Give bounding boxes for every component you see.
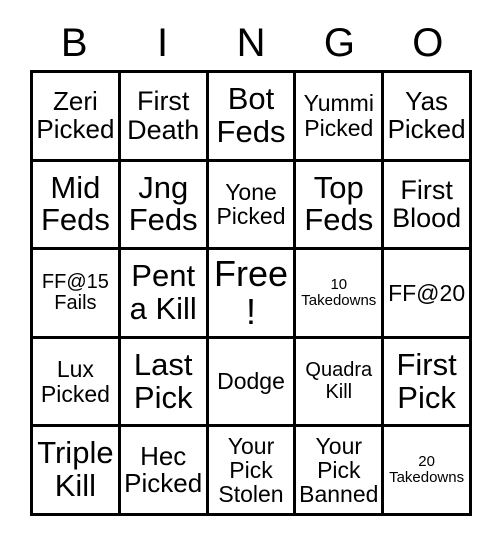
bingo-cell-i3[interactable]: Penta Kill: [120, 250, 209, 339]
bingo-cell-b5[interactable]: Triple Kill: [33, 427, 121, 516]
bingo-cell-label: Bot Feds: [216, 80, 286, 149]
header-letter-o: O: [412, 21, 444, 65]
bingo-cell-label: Lux Picked: [40, 356, 110, 407]
bingo-cell-b3[interactable]: FF@15 Fails: [33, 250, 121, 339]
bingo-cell-label: 10 Takedowns: [301, 276, 377, 309]
bingo-cell-label: First Pick: [396, 346, 457, 415]
bingo-cell-label: First Blood: [392, 174, 462, 234]
bingo-cell-g3[interactable]: 10 Takedowns: [296, 250, 385, 339]
bingo-cell-g5[interactable]: Your Pick Banned: [296, 427, 385, 516]
bingo-cell-label: Last Pick: [133, 346, 193, 415]
bingo-cell-label: Hec Picked: [124, 440, 203, 499]
bingo-grid: Zeri Picked First Death Bot Feds Yummi P…: [30, 70, 472, 516]
bingo-cell-label: Quadra Kill: [305, 359, 373, 403]
bingo-cell-label: FF@20: [388, 279, 466, 306]
bingo-cell-label: Your Pick Stolen: [218, 432, 284, 508]
bingo-header: B I N G O: [30, 16, 472, 70]
bingo-cell-label: Yas Picked: [387, 86, 466, 144]
bingo-cell-free-space[interactable]: Free!: [208, 250, 297, 339]
bingo-cell-i4[interactable]: Last Pick: [120, 338, 209, 428]
bingo-cell-o3[interactable]: FF@20: [384, 250, 472, 339]
bingo-cell-label: Triple Kill: [37, 435, 114, 504]
bingo-cell-i2[interactable]: Jng Feds: [120, 161, 209, 251]
bingo-cell-label: Zeri Picked: [36, 86, 115, 144]
bingo-cell-n2[interactable]: Yone Picked: [208, 161, 297, 251]
bingo-cell-label: 20 Takedowns: [389, 453, 465, 487]
bingo-cell-label: Dodge: [217, 368, 285, 395]
header-letter-g: G: [323, 21, 355, 65]
bingo-card: B I N G O Zeri Picked First Death Bot Fe…: [0, 0, 501, 544]
bingo-cell-label: FF@15 Fails: [41, 270, 109, 314]
bingo-cell-label: First Death: [127, 86, 200, 145]
bingo-cell-i5[interactable]: Hec Picked: [120, 427, 209, 516]
bingo-cell-label: Mid Feds: [40, 169, 110, 238]
bingo-cell-o2[interactable]: First Blood: [384, 161, 472, 251]
bingo-cell-b4[interactable]: Lux Picked: [33, 338, 121, 428]
bingo-cell-label: Top Feds: [304, 169, 374, 238]
bingo-cell-n1[interactable]: Bot Feds: [208, 73, 297, 162]
bingo-cell-o5[interactable]: 20 Takedowns: [384, 427, 472, 516]
bingo-cell-g2[interactable]: Top Feds: [296, 161, 385, 251]
header-letter-i: I: [157, 21, 169, 65]
bingo-cell-o4[interactable]: First Pick: [384, 338, 472, 428]
bingo-cell-label: Yone Picked: [216, 179, 286, 230]
bingo-free-label: Free!: [213, 252, 288, 332]
bingo-cell-n5[interactable]: Your Pick Stolen: [208, 427, 297, 516]
header-letter-b: B: [60, 21, 88, 65]
bingo-cell-n4[interactable]: Dodge: [208, 338, 297, 428]
bingo-cell-o1[interactable]: Yas Picked: [384, 73, 472, 162]
bingo-cell-b2[interactable]: Mid Feds: [33, 161, 121, 251]
bingo-cell-g4[interactable]: Quadra Kill: [296, 338, 385, 428]
bingo-cell-label: Jng Feds: [128, 169, 198, 238]
bingo-cell-g1[interactable]: Yummi Picked: [296, 73, 385, 162]
bingo-cell-b1[interactable]: Zeri Picked: [33, 73, 121, 162]
bingo-cell-i1[interactable]: First Death: [120, 73, 209, 162]
bingo-cell-label: Penta Kill: [129, 258, 197, 326]
bingo-cell-label: Your Pick Banned: [299, 432, 379, 508]
header-letter-n: N: [236, 21, 266, 65]
bingo-cell-label: Yummi Picked: [303, 90, 374, 141]
